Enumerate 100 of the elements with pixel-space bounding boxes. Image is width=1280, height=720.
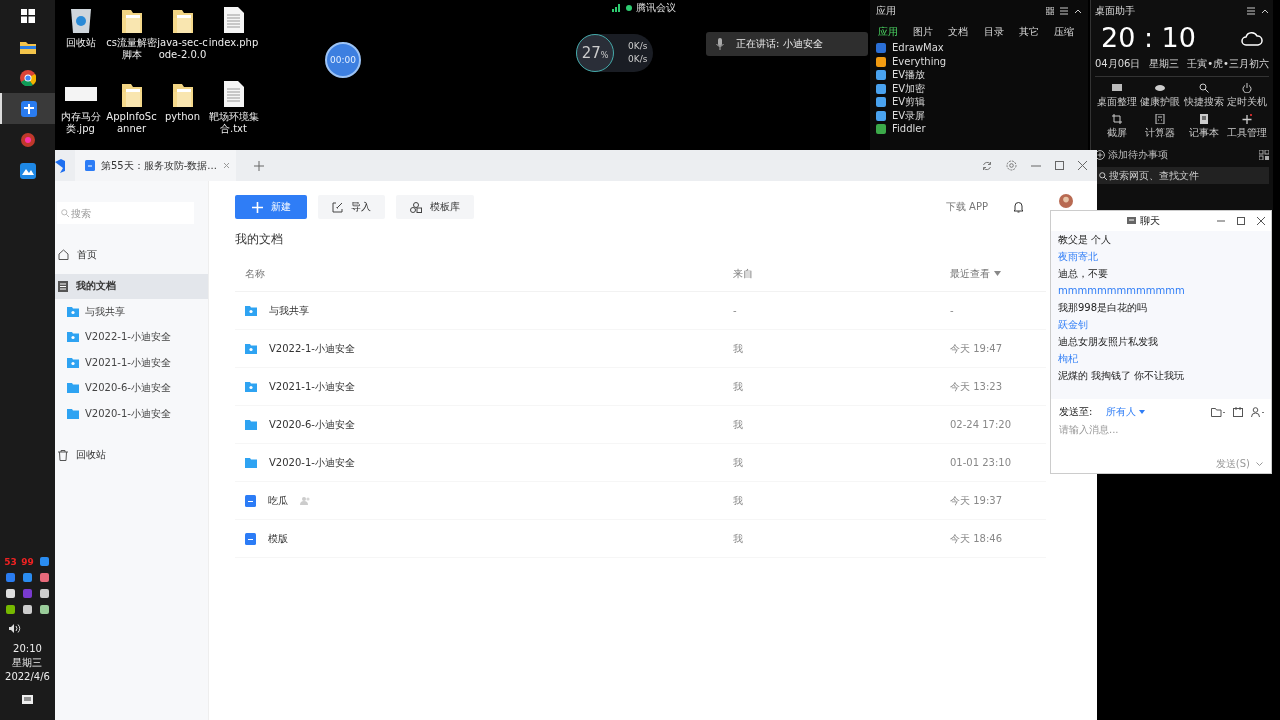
file-row[interactable]: V2020-6-小迪安全 我 02-24 17:20 — [235, 406, 1046, 444]
maximize-icon[interactable] — [1055, 161, 1064, 170]
tool-button[interactable]: 定时关机 — [1225, 83, 1269, 109]
new-button[interactable]: 新建 — [235, 195, 307, 219]
tool-button[interactable]: 桌面整理 — [1095, 83, 1139, 109]
volume-icon[interactable] — [7, 623, 22, 634]
notification-icon[interactable] — [21, 694, 34, 707]
collapse-icon[interactable] — [1074, 8, 1082, 14]
app-name[interactable]: EV剪辑 — [892, 96, 926, 109]
folder-icon[interactable] — [1211, 407, 1225, 417]
app-icon[interactable] — [876, 124, 886, 135]
caret-icon[interactable] — [1256, 461, 1263, 467]
file-name[interactable]: 与我共享 — [269, 303, 309, 318]
taskbar-clock[interactable]: 20:10 星期三 2022/4/6 — [5, 642, 50, 684]
desktop-icon-label[interactable]: 回收站 — [55, 37, 106, 49]
sort-caret-icon[interactable] — [994, 271, 1001, 276]
nav-item[interactable]: V2020-6-小迪安全 — [55, 375, 208, 401]
nav-item[interactable]: 与我共享 — [55, 299, 208, 325]
file-row[interactable]: 吃瓜 我 今天 19:37 — [235, 482, 1046, 520]
panel-tab[interactable]: 目录 — [983, 25, 1004, 39]
close-icon[interactable] — [1257, 217, 1265, 225]
nav-item[interactable]: 回收站 — [55, 442, 208, 468]
tray-icon[interactable] — [39, 604, 50, 615]
panel-tab[interactable]: 压缩 — [1053, 25, 1074, 39]
add-todo-link[interactable]: 添加待办事项 — [1108, 148, 1168, 162]
column-header[interactable]: 最近查看 — [950, 266, 990, 281]
tool-button[interactable]: 快捷搜索 — [1182, 83, 1226, 109]
desktop-icon-label[interactable]: index.php — [208, 37, 259, 49]
file-row[interactable]: V2022-1-小迪安全 我 今天 19:47 — [235, 330, 1046, 368]
timer-badge[interactable]: 00:00 — [325, 42, 361, 78]
nav-item[interactable]: V2021-1-小迪安全 — [55, 350, 208, 376]
new-tab-icon[interactable] — [253, 160, 264, 171]
nav-item[interactable]: 首页 — [55, 242, 208, 268]
app-name[interactable]: Everything — [892, 55, 947, 68]
tray-badge[interactable]: 53 — [4, 556, 17, 567]
app-icon[interactable] — [876, 56, 886, 67]
browser-tab[interactable]: 第55天：服务攻防-数据... — [75, 150, 236, 181]
file-row[interactable]: V2020-1-小迪安全 我 01-01 23:10 — [235, 444, 1046, 482]
desktop-icon-label[interactable]: AppInfoScanner — [106, 111, 157, 135]
file-name[interactable]: 模版 — [268, 531, 288, 546]
tool-button[interactable]: 工具管理 — [1225, 114, 1269, 140]
file-row[interactable]: V2021-1-小迪安全 我 今天 13:23 — [235, 368, 1046, 406]
app-icon[interactable] — [876, 83, 886, 94]
file-icon[interactable] — [222, 80, 245, 108]
file-row[interactable]: 与我共享 - - — [235, 292, 1046, 330]
menu-icon[interactable] — [1060, 7, 1068, 15]
close-icon[interactable] — [1078, 161, 1087, 170]
panel-tab[interactable]: 应用 — [878, 25, 898, 39]
qr-code-icon[interactable] — [1259, 150, 1269, 160]
desktop-icon-label[interactable]: cs流量解密脚本 — [106, 37, 157, 61]
web-search-field[interactable]: 搜索网页、查找文件 — [1095, 167, 1269, 184]
tray-icon[interactable] — [39, 572, 50, 583]
avatar[interactable] — [1059, 194, 1073, 208]
tray-badge[interactable]: 99 — [21, 556, 34, 567]
person-icon[interactable] — [1251, 407, 1265, 417]
app-name[interactable]: EV加密 — [892, 82, 926, 95]
panel-tab[interactable]: 文档 — [948, 25, 969, 39]
bell-icon[interactable] — [1013, 201, 1024, 213]
app-icon[interactable] — [876, 43, 886, 54]
file-name[interactable]: V2022-1-小迪安全 — [269, 341, 355, 356]
calendar-icon[interactable] — [1233, 407, 1243, 417]
panel-tab[interactable]: 图片 — [913, 25, 934, 39]
desktop-icon-label[interactable]: java-sec-code-2.0.0 — [157, 37, 208, 61]
column-header[interactable]: 来自 — [733, 267, 753, 279]
nav-item[interactable]: 我的文档 — [55, 273, 208, 299]
panel-tab[interactable]: 其它 — [1018, 25, 1039, 39]
import-button[interactable]: 导入 — [318, 195, 385, 219]
desktop-icon-label[interactable]: 靶场环境集合.txt — [208, 111, 259, 135]
search-field[interactable]: 搜索 — [57, 202, 194, 224]
tool-button[interactable]: 记事本 — [1182, 114, 1226, 140]
settings-icon[interactable] — [1006, 160, 1017, 171]
desktop-icon-label[interactable]: 内存马分类.jpg — [55, 111, 106, 135]
tool-button[interactable]: 截屏 — [1095, 114, 1139, 140]
app-icon[interactable] — [876, 110, 886, 121]
app-name[interactable]: Fiddler — [892, 123, 926, 136]
template-button[interactable]: 模板库 — [396, 195, 474, 219]
tool-button[interactable]: 健康护眼 — [1138, 83, 1182, 109]
app-icon[interactable] — [876, 97, 886, 108]
app-icon[interactable] — [876, 70, 886, 81]
desktop-icon-label[interactable]: python — [157, 111, 208, 123]
app-name[interactable]: EV播放 — [892, 69, 926, 82]
recipient-dropdown[interactable]: 所有人 — [1106, 405, 1146, 419]
file-name[interactable]: V2020-6-小迪安全 — [269, 417, 355, 432]
nav-item[interactable]: V2020-1-小迪安全 — [55, 401, 208, 427]
file-icon[interactable] — [222, 6, 245, 34]
app-name[interactable]: EdrawMax — [892, 42, 944, 55]
menu-icon[interactable] — [1247, 7, 1255, 15]
file-name[interactable]: 吃瓜 — [268, 493, 288, 508]
app-name[interactable]: EV录屏 — [892, 109, 926, 122]
taskbar-app[interactable] — [0, 93, 55, 124]
tray-icon[interactable] — [5, 588, 16, 599]
maximize-icon[interactable] — [1237, 217, 1245, 225]
add-icon[interactable] — [1095, 150, 1105, 160]
nav-item[interactable]: V2022-1-小迪安全 — [55, 324, 208, 350]
file-name[interactable]: V2020-1-小迪安全 — [269, 455, 355, 470]
file-name[interactable]: V2021-1-小迪安全 — [269, 379, 355, 394]
tool-button[interactable]: 计算器 — [1138, 114, 1182, 140]
collapse-icon[interactable] — [1261, 8, 1269, 14]
tray-icon[interactable] — [39, 588, 50, 599]
refresh-icon[interactable] — [982, 160, 992, 171]
